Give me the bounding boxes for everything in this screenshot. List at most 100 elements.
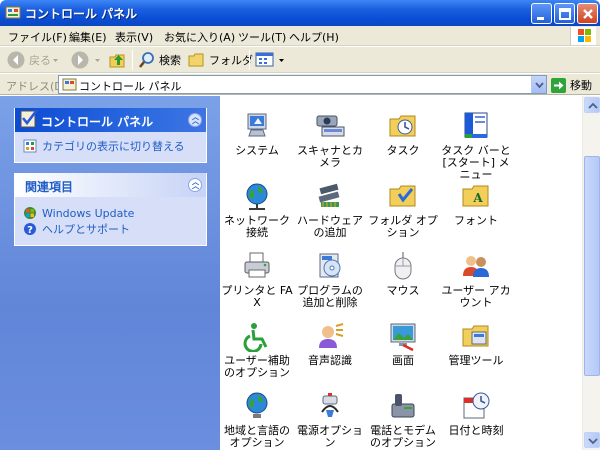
close-button[interactable] bbox=[577, 3, 598, 24]
up-folder-button[interactable] bbox=[108, 50, 131, 70]
item-printers-fax[interactable]: プリンタと FAX bbox=[220, 250, 295, 309]
item-display[interactable]: 画面 bbox=[365, 320, 441, 367]
item-power-options[interactable]: 電源オプション bbox=[292, 390, 368, 449]
scroll-up-button[interactable] bbox=[584, 97, 600, 113]
scroll-down-button[interactable] bbox=[584, 432, 600, 448]
region-language-icon bbox=[246, 392, 268, 418]
item-scanners-cameras[interactable]: スキャナとカメラ bbox=[292, 110, 368, 169]
toolbar: 戻る 検索 フォルダ bbox=[0, 47, 600, 73]
item-label: フォント bbox=[454, 214, 498, 227]
task-pane: コントロール パネル ︿ ︿ カテゴリの表示に切り替える 関連項目 ︿ ︿ Wi… bbox=[0, 96, 220, 450]
task-box-header[interactable]: コントロール パネル ︿ ︿ bbox=[15, 108, 206, 132]
window-title: コントロール パネル bbox=[25, 7, 138, 21]
item-label: 音声認識 bbox=[308, 354, 352, 367]
add-hardware-icon bbox=[318, 183, 340, 207]
item-folder-options[interactable]: フォルダ オプション bbox=[365, 180, 441, 239]
item-taskbar-start-menu[interactable]: タスク バーと [スタート] メニュー bbox=[438, 110, 514, 181]
search-label: 検索 bbox=[159, 54, 181, 67]
help-icon: ? bbox=[24, 223, 36, 236]
menu-view[interactable]: 表示(V) bbox=[115, 29, 153, 45]
item-accessibility-options[interactable]: ユーザー補助のオプション bbox=[220, 320, 295, 379]
back-button[interactable]: 戻る bbox=[6, 50, 63, 70]
scheduled-tasks-icon bbox=[389, 115, 416, 137]
item-network-connections[interactable]: ネットワーク接続 bbox=[220, 180, 295, 239]
item-add-hardware[interactable]: ハードウェアの追加 bbox=[292, 180, 368, 239]
chevron-down-icon bbox=[95, 59, 100, 62]
item-scheduled-tasks[interactable]: タスク bbox=[365, 110, 441, 157]
item-date-time[interactable]: 日付と時刻 bbox=[438, 390, 514, 437]
search-button[interactable]: 検索 bbox=[138, 50, 181, 70]
item-admin-tools[interactable]: 管理ツール bbox=[438, 320, 514, 367]
minimize-icon bbox=[537, 17, 544, 20]
speech-icon bbox=[319, 323, 344, 348]
menu-favorites[interactable]: お気に入り(A) bbox=[164, 29, 235, 45]
title-bar[interactable]: コントロール パネル bbox=[0, 0, 600, 26]
item-region-language[interactable]: 地域と言語のオプション bbox=[220, 390, 295, 449]
item-label: システム bbox=[235, 144, 279, 157]
item-label: タスク バーと [スタート] メニュー bbox=[441, 144, 511, 181]
search-icon bbox=[138, 52, 154, 68]
menu-tools[interactable]: ツール(T) bbox=[238, 29, 286, 45]
admin-tools-icon bbox=[462, 325, 489, 347]
item-label: 電源オプション bbox=[297, 424, 363, 449]
svg-text:A: A bbox=[472, 191, 483, 205]
display-icon bbox=[390, 323, 416, 352]
item-label: 画面 bbox=[392, 354, 414, 367]
menu-help[interactable]: ヘルプ(H) bbox=[289, 29, 339, 45]
vertical-scrollbar[interactable] bbox=[582, 96, 600, 450]
switch-to-category-view-link[interactable]: カテゴリの表示に切り替える bbox=[23, 138, 198, 154]
go-label: 移動 bbox=[570, 79, 592, 92]
collapse-button[interactable]: ︿ ︿ bbox=[188, 113, 202, 127]
folder-icon bbox=[188, 53, 204, 67]
item-label: プログラムの追加と削除 bbox=[297, 284, 363, 309]
windows-update-link[interactable]: Windows Update bbox=[23, 205, 198, 221]
back-arrow-icon bbox=[7, 51, 25, 69]
help-and-support-label: ヘルプとサポート bbox=[42, 223, 130, 236]
collapse-button[interactable]: ︿ ︿ bbox=[188, 178, 202, 192]
item-label: スキャナとカメラ bbox=[297, 144, 363, 169]
maximize-icon bbox=[559, 8, 571, 20]
fonts-folder-icon: A bbox=[462, 185, 489, 207]
accessibility-icon bbox=[243, 323, 268, 352]
help-and-support-link[interactable]: ? ヘルプとサポート bbox=[23, 221, 198, 237]
svg-text:?: ? bbox=[27, 225, 33, 236]
item-phone-modem[interactable]: 電話とモデムのオプション bbox=[365, 390, 441, 449]
address-input[interactable]: コントロール パネル bbox=[58, 75, 547, 94]
address-dropdown-button[interactable] bbox=[531, 76, 546, 93]
item-fonts[interactable]: A フォント bbox=[438, 180, 514, 227]
item-label: ネットワーク接続 bbox=[224, 214, 290, 239]
item-label: マウス bbox=[386, 284, 420, 297]
chevron-down-icon bbox=[535, 82, 544, 89]
related-links-header[interactable]: 関連項目 ︿ ︿ bbox=[15, 173, 206, 197]
forward-button[interactable] bbox=[70, 50, 105, 70]
item-speech[interactable]: 音声認識 bbox=[292, 320, 368, 367]
menu-edit[interactable]: 編集(E) bbox=[69, 29, 107, 45]
switch-view-label: カテゴリの表示に切り替える bbox=[42, 140, 185, 153]
toolbar-separator bbox=[132, 50, 133, 70]
item-mouse[interactable]: マウス bbox=[365, 250, 441, 297]
related-links-title: 関連項目 bbox=[25, 180, 74, 194]
toolbar-separator bbox=[249, 50, 250, 70]
windows-update-icon bbox=[24, 207, 36, 219]
minimize-button[interactable] bbox=[531, 3, 552, 24]
go-button[interactable]: 移動 bbox=[551, 76, 592, 94]
item-label: ハードウェアの追加 bbox=[297, 214, 363, 239]
folder-options-icon bbox=[389, 185, 416, 207]
folders-button[interactable]: フォルダ bbox=[188, 50, 253, 70]
maximize-button[interactable] bbox=[554, 3, 575, 24]
menu-bar: ファイル(F) 編集(E) 表示(V) お気に入り(A) ツール(T) ヘルプ(… bbox=[0, 26, 600, 46]
control-panel-task-box: コントロール パネル ︿ ︿ カテゴリの表示に切り替える bbox=[14, 108, 207, 163]
up-folder-icon bbox=[109, 54, 125, 68]
views-button[interactable] bbox=[255, 50, 289, 70]
back-label: 戻る bbox=[29, 54, 51, 67]
menu-file[interactable]: ファイル(F) bbox=[8, 29, 67, 45]
item-system[interactable]: システム bbox=[220, 110, 295, 157]
control-panel-icon bbox=[62, 78, 77, 91]
item-add-remove-programs[interactable]: プログラムの追加と削除 bbox=[292, 250, 368, 309]
items-view: システム スキャナとカメラ タスク タスク バーと [スタート] メニュー ネッ… bbox=[220, 96, 582, 450]
item-user-accounts[interactable]: ユーザー アカウント bbox=[438, 250, 514, 309]
chevron-down-icon bbox=[279, 59, 284, 62]
scrollbar-thumb[interactable] bbox=[584, 156, 600, 376]
taskbar-start-menu-icon bbox=[464, 112, 488, 138]
item-label: ユーザー アカウント bbox=[441, 284, 511, 309]
